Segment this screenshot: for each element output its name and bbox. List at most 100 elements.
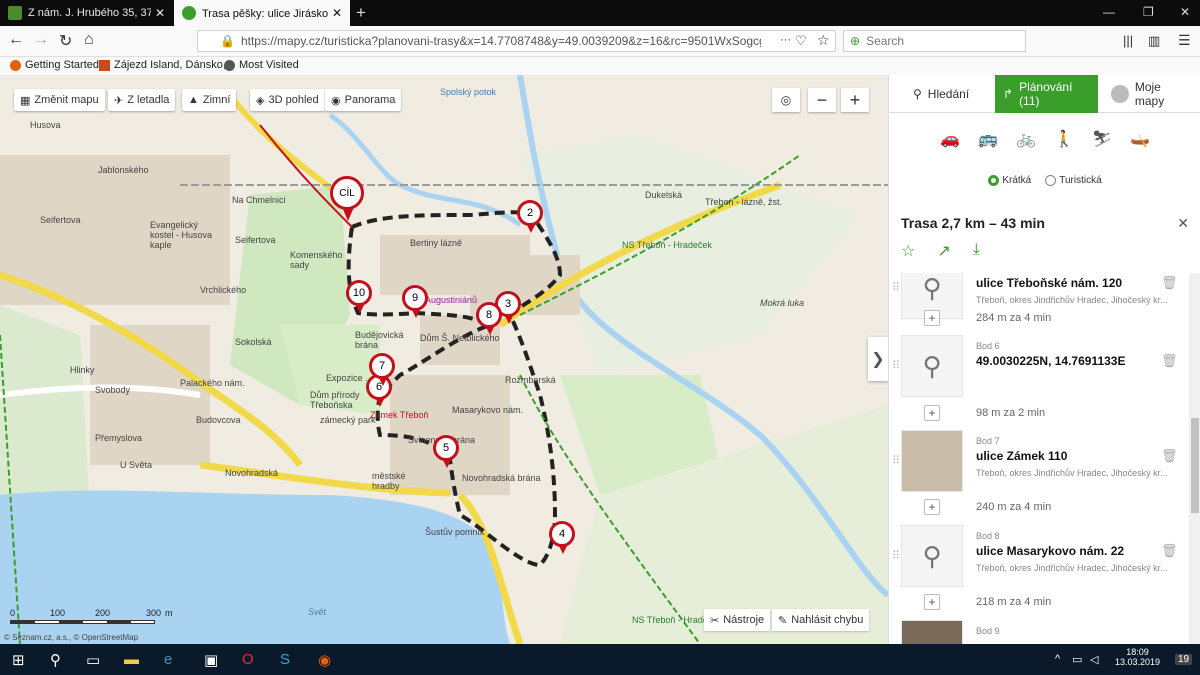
close-tab-icon[interactable]: ✕ xyxy=(155,6,165,20)
route-marker-4[interactable]: 4 xyxy=(549,521,575,554)
maximize-icon[interactable]: ❐ xyxy=(1143,5,1154,19)
3d-view-button[interactable]: ◈ 3D pohled xyxy=(250,89,325,111)
zoom-out-button[interactable]: − xyxy=(808,88,836,112)
route-point[interactable]: ⠿ Bod 7 ulice Zámek 110 Třeboň, okres Ji… xyxy=(889,428,1189,498)
map-label: Vrchlického xyxy=(200,285,247,295)
more-icon[interactable]: ··· xyxy=(780,34,791,46)
library-icon[interactable]: ||| xyxy=(1123,33,1133,48)
report-error-button[interactable]: ✎ Nahlásit chybu xyxy=(772,609,870,631)
search-icon[interactable]: ⚲ xyxy=(50,651,61,669)
zoom-in-button[interactable]: + xyxy=(841,88,869,112)
notifications-icon[interactable]: 19 xyxy=(1175,654,1193,665)
close-tab-icon[interactable]: ✕ xyxy=(332,6,342,20)
ski-icon[interactable]: ⛷ xyxy=(1091,129,1113,149)
change-map-button[interactable]: ▦ Změnit mapu xyxy=(14,89,105,111)
cube-icon: ◈ xyxy=(256,94,265,107)
delete-icon[interactable]: 🗑 xyxy=(1161,275,1178,291)
route-marker-7[interactable]: 7 xyxy=(369,353,395,386)
drag-handle-icon[interactable]: ⠿ xyxy=(892,281,900,294)
share-icon[interactable]: ↗ xyxy=(937,241,950,261)
castle-photo xyxy=(901,430,963,492)
winter-button[interactable]: ▲ Zimní xyxy=(182,89,237,111)
task-view-icon[interactable]: ▭ xyxy=(86,651,100,669)
route-marker-8[interactable]: 8 xyxy=(476,302,502,335)
bike-icon[interactable]: 🚲 xyxy=(1015,129,1037,149)
close-route-icon[interactable]: ✕ xyxy=(1177,215,1189,232)
add-waypoint-button[interactable]: + xyxy=(924,594,940,610)
windows-start-icon[interactable]: ⊞ xyxy=(12,651,25,669)
file-explorer-icon[interactable]: ▬ xyxy=(124,651,139,668)
map-label: Budovcova xyxy=(196,415,241,425)
route-point[interactable]: ⠿ ⚲ Bod 6 49.0030225N, 14.7691133E 🗑 xyxy=(889,333,1189,403)
map-label: zámecký park xyxy=(320,415,376,425)
route-marker-9[interactable]: 9 xyxy=(402,285,428,318)
panel-scrollbar[interactable] xyxy=(1189,273,1200,644)
close-window-icon[interactable]: ✕ xyxy=(1180,5,1190,19)
drag-handle-icon[interactable]: ⠿ xyxy=(892,359,900,372)
new-tab-icon[interactable]: + xyxy=(356,3,366,23)
add-waypoint-button[interactable]: + xyxy=(924,405,940,421)
add-waypoint-button[interactable]: + xyxy=(924,499,940,515)
store-icon[interactable]: ▣ xyxy=(204,651,218,669)
delete-icon[interactable]: 🗑 xyxy=(1161,353,1178,369)
edge-icon[interactable]: e xyxy=(164,651,172,668)
download-icon[interactable]: ⤓ xyxy=(973,241,980,261)
radio-tourist[interactable]: Turistická xyxy=(1045,174,1102,186)
home-icon[interactable]: ⌂ xyxy=(84,31,94,49)
star-icon[interactable]: ☆ xyxy=(901,241,915,261)
bookmark-getting-started[interactable]: Getting Started xyxy=(10,59,99,71)
locate-me-button[interactable]: ◎ xyxy=(772,88,800,112)
url-bar[interactable]: 🔒 https://mapy.cz/turisticka?planovani-t… xyxy=(197,30,836,52)
drag-handle-icon[interactable]: ⠿ xyxy=(892,549,900,562)
route-marker-5[interactable]: 5 xyxy=(433,435,459,468)
add-waypoint-button[interactable]: + xyxy=(924,310,940,326)
bus-icon[interactable]: 🚌 xyxy=(977,129,999,149)
skype-icon[interactable]: S xyxy=(280,651,290,668)
route-finish-marker[interactable]: CÍL xyxy=(330,176,364,221)
car-icon[interactable]: 🚗 xyxy=(939,129,961,149)
delete-icon[interactable]: 🗑 xyxy=(1161,543,1178,559)
aerial-button[interactable]: ✈ Z letadla xyxy=(108,89,176,111)
map-canvas[interactable]: ▦ Změnit mapu ✈ Z letadla ▲ Zimní ◈ 3D pohle… xyxy=(0,75,888,644)
bookmark-zajezd[interactable]: Zájezd Island, Dánsko,... xyxy=(99,59,235,71)
firefox-icon[interactable]: ◉ xyxy=(318,651,331,669)
menu-icon[interactable]: ☰ xyxy=(1178,32,1191,49)
volume-icon[interactable]: ◁ xyxy=(1090,653,1098,666)
sidebar-icon[interactable]: ▥ xyxy=(1148,33,1160,49)
clock[interactable]: 18:09 13.03.2019 xyxy=(1115,647,1160,667)
route-leg: + 240 m za 4 min xyxy=(889,496,1189,520)
map-attribution[interactable]: © Seznam.cz, a.s., © OpenStreetMap xyxy=(4,633,138,642)
drag-handle-icon[interactable]: ⠿ xyxy=(892,454,900,467)
route-point[interactable]: Bod 9 xyxy=(889,618,1189,644)
back-icon[interactable]: ← xyxy=(8,31,24,49)
tools-button[interactable]: ✂ Nástroje xyxy=(704,609,771,631)
battery-icon[interactable]: ▭ xyxy=(1072,653,1082,666)
minimize-icon[interactable]: — xyxy=(1103,5,1115,19)
tab-my-maps[interactable]: Moje mapy xyxy=(1103,75,1200,113)
delete-icon[interactable]: 🗑 xyxy=(1161,448,1178,464)
opera-icon[interactable]: O xyxy=(242,651,254,668)
panorama-button[interactable]: ◉ Panorama xyxy=(325,89,402,111)
forward-icon[interactable]: → xyxy=(33,31,49,49)
route-marker-2[interactable]: 2 xyxy=(517,200,543,233)
boat-icon[interactable]: 🛶 xyxy=(1129,129,1151,149)
route-marker-10[interactable]: 10 xyxy=(346,280,372,313)
map-label: U Světa xyxy=(120,460,153,470)
reload-icon[interactable]: ↻ xyxy=(59,31,72,51)
browser-tab-active[interactable]: Trasa pěšky: ulice Jiráskova ⇨ u ✕ xyxy=(174,0,350,26)
radio-short[interactable]: Krátká xyxy=(988,174,1031,186)
bookmark-star-icon[interactable]: ☆ xyxy=(817,32,830,49)
tab-planning[interactable]: ↱ Plánování (11) xyxy=(995,75,1098,113)
tab-search[interactable]: ⚲ Hledání xyxy=(905,75,977,113)
route-point[interactable]: ⠿ ⚲ Bod 8 ulice Masarykovo nám. 22 Třebo… xyxy=(889,523,1189,593)
collapse-panel-button[interactable]: ❯ xyxy=(868,337,888,381)
tray-chevron-icon[interactable]: ^ xyxy=(1055,653,1060,665)
browser-tab[interactable]: Z nám. J. Hrubého 35, 378 21 K ✕ xyxy=(0,0,173,26)
search-field[interactable]: ⊕ Search xyxy=(843,30,1026,52)
plane-icon: ✈ xyxy=(114,94,124,107)
walk-icon[interactable]: 🚶 xyxy=(1053,129,1075,149)
bookmark-most-visited[interactable]: Most Visited xyxy=(224,59,299,71)
transport-modes: 🚗 🚌 🚲 🚶 ⛷ 🛶 xyxy=(889,113,1200,165)
pocket-icon[interactable]: ♡ xyxy=(795,33,807,49)
scrollbar-thumb[interactable] xyxy=(1191,418,1199,513)
